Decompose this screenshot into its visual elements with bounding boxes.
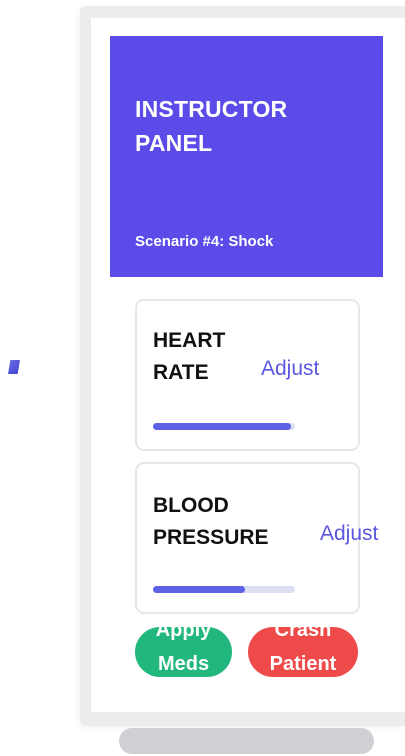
blood-pressure-level [153,586,246,593]
side-notch-decoration [8,360,20,374]
panel-title: INSTRUCTOR PANEL [135,96,288,156]
blood-pressure-label: BLOOD PRESSURE [153,494,269,549]
heart-rate-card: HEART RATE [135,299,360,451]
tablet-stand [119,728,374,754]
adjust-blood-pressure-button[interactable]: Adjust [320,521,378,547]
stage: INSTRUCTOR PANEL Scenario #4: Shock HEAR… [0,0,405,756]
instructor-panel-header: INSTRUCTOR PANEL Scenario #4: Shock [110,36,383,277]
crash-patient-label: Crash Patient [269,627,337,675]
heart-rate-slider[interactable] [153,423,295,430]
heart-rate-label: HEART RATE [153,329,226,384]
adjust-heart-rate-button[interactable]: Adjust [261,356,319,382]
blood-pressure-slider[interactable] [153,586,295,593]
crash-patient-button[interactable]: Crash Patient [248,627,358,677]
apply-meds-button[interactable]: Apply Meds [135,627,232,677]
scenario-subtitle: Scenario #4: Shock [135,233,274,250]
heart-rate-level [153,423,291,430]
apply-meds-label: Apply Meds [155,627,212,675]
